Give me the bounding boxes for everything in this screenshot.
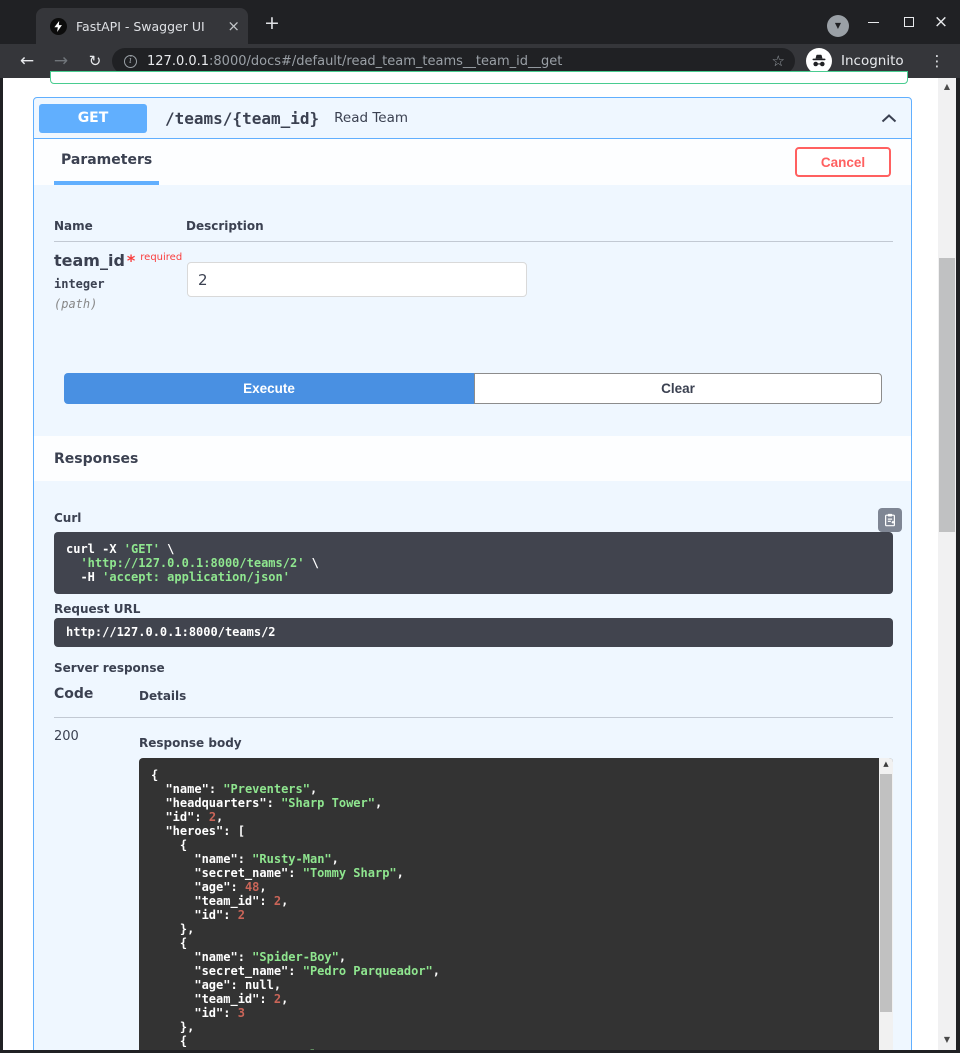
page-scrollbar-thumb[interactable] [939, 258, 955, 532]
url-host: 127.0.0.1 [147, 54, 209, 69]
tab-close-icon[interactable]: × [227, 19, 240, 34]
fastapi-favicon-icon [50, 18, 67, 35]
details-column-header: Details [139, 689, 186, 703]
window-minimize-icon[interactable] [856, 0, 890, 44]
response-scroll-up-icon[interactable]: ▲ [879, 760, 893, 768]
request-url-label: Request URL [54, 602, 140, 616]
required-label: required [140, 252, 182, 263]
required-asterisk: * [127, 251, 135, 270]
url-path: :8000/docs#/default/read_team_teams__tea… [209, 54, 562, 69]
responses-section-header: Responses [34, 436, 911, 481]
previous-opblock-bottom [50, 71, 908, 84]
window-edge-right [956, 78, 960, 1053]
back-icon[interactable]: ← [12, 44, 42, 78]
param-type: integer [54, 277, 105, 291]
method-badge: GET [39, 104, 147, 133]
server-response-label: Server response [54, 661, 165, 675]
collapse-chevron-icon[interactable] [881, 114, 897, 123]
window-close-icon[interactable]: × [924, 0, 958, 44]
response-body-code[interactable]: { "name": "Preventers", "headquarters": … [139, 758, 893, 1053]
scroll-up-icon[interactable]: ▲ [938, 78, 956, 94]
column-header-name: Name [54, 219, 93, 233]
status-code: 200 [54, 729, 79, 744]
code-column-header: Code [54, 686, 93, 702]
chrome-menu-icon[interactable]: ⋮ [922, 44, 952, 78]
response-table-divider [54, 717, 893, 718]
opblock-summary[interactable]: GET /teams/{team_id} Read Team [34, 98, 911, 139]
tab-title: FastAPI - Swagger UI [76, 19, 221, 34]
opblock-get-read-team: GET /teams/{team_id} Read Team Parameter… [33, 97, 912, 1053]
new-tab-icon[interactable]: + [264, 12, 280, 34]
table-divider [54, 241, 893, 242]
endpoint-summary: Read Team [334, 110, 408, 126]
window-edge-left [0, 78, 3, 1053]
bookmark-star-icon[interactable]: ☆ [772, 52, 785, 70]
param-name: team_id*required [54, 251, 182, 270]
curl-label: Curl [54, 511, 81, 525]
curl-command[interactable]: curl -X 'GET' \ 'http://127.0.0.1:8000/t… [54, 532, 893, 594]
cancel-button[interactable]: Cancel [795, 147, 891, 177]
responses-title: Responses [54, 451, 138, 467]
url-text: 127.0.0.1:8000/docs#/default/read_team_t… [147, 54, 764, 69]
scroll-down-icon[interactable]: ▼ [938, 1031, 956, 1047]
tab-bar: FastAPI - Swagger UI × + ▼ × [0, 0, 960, 44]
response-scrollbar[interactable]: ▲ [879, 758, 893, 1053]
browser-window: FastAPI - Swagger UI × + ▼ × ← → ↻ i 127… [0, 0, 960, 1053]
window-maximize-icon[interactable] [892, 0, 926, 44]
clear-button[interactable]: Clear [474, 373, 882, 404]
column-header-description: Description [186, 219, 264, 233]
team-id-input[interactable] [187, 262, 527, 297]
response-body-label: Response body [139, 736, 242, 750]
page-scrollbar[interactable]: ▲ ▼ [938, 78, 956, 1050]
copy-to-clipboard-icon[interactable] [878, 508, 902, 532]
parameters-section-header: Parameters Cancel [34, 139, 911, 185]
browser-tab[interactable]: FastAPI - Swagger UI × [36, 8, 248, 44]
tab-parameters[interactable]: Parameters [54, 139, 159, 185]
responses-body: Curl curl -X 'GET' \ 'http://127.0.0.1:8… [34, 481, 911, 1053]
endpoint-path: /teams/{team_id} [165, 109, 319, 128]
site-info-icon[interactable]: i [124, 55, 137, 68]
request-url-value: http://127.0.0.1:8000/teams/2 [54, 618, 893, 647]
response-scrollbar-thumb[interactable] [880, 774, 892, 1012]
param-location: (path) [54, 297, 97, 311]
execute-button[interactable]: Execute [64, 373, 474, 404]
parameters-table: Name Description team_id*required intege… [34, 185, 911, 436]
media-controls-icon[interactable]: ▼ [827, 15, 849, 37]
incognito-label: Incognito [841, 53, 904, 69]
